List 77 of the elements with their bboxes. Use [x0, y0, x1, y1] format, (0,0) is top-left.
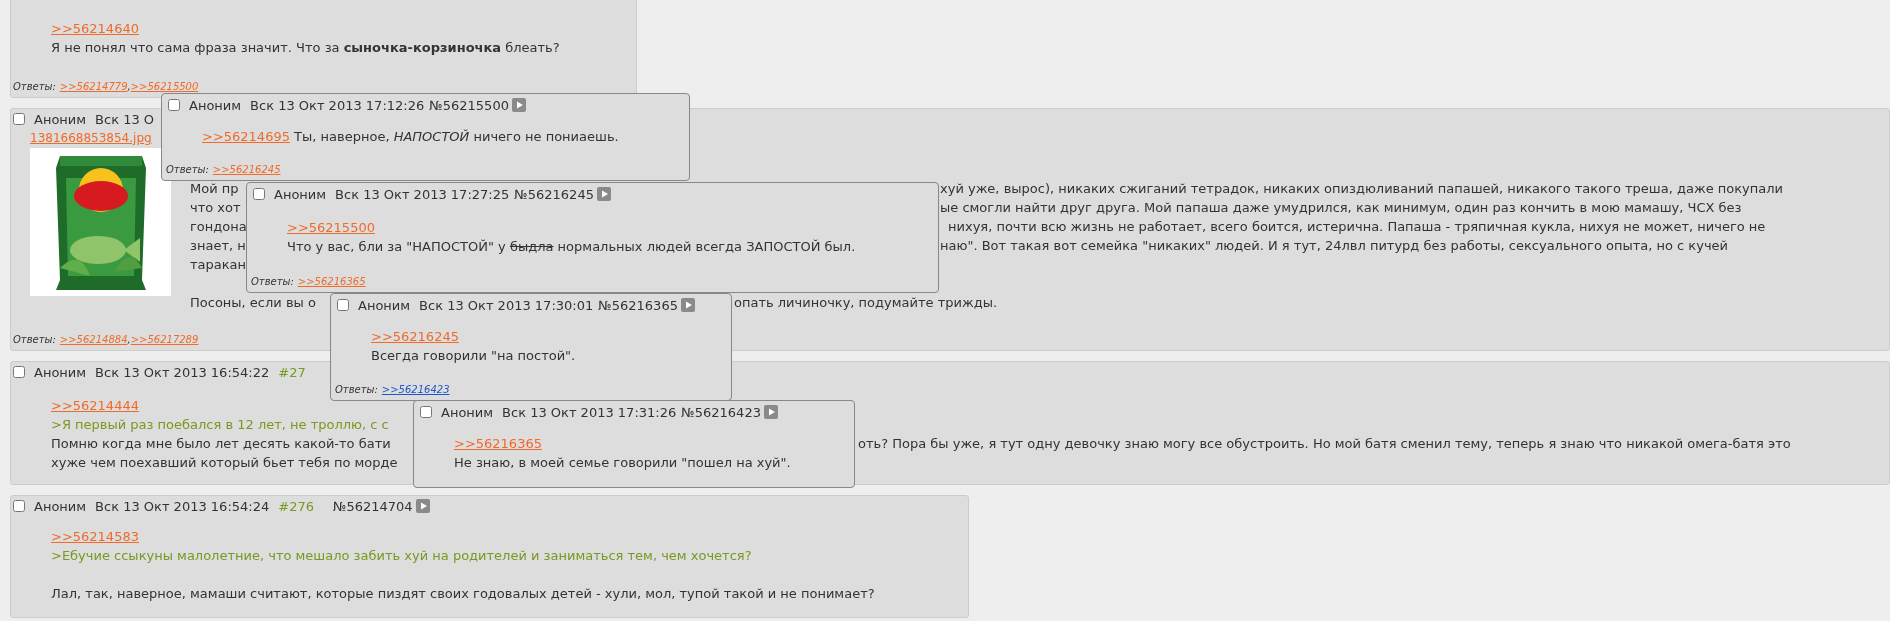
- post-text: гондона: [190, 218, 247, 236]
- post-text: Что у вас, бли за "НАПОСТОЙ" у быдла нормальных людей всегда ЗАПОСТОЙ был.: [287, 238, 856, 256]
- reply-link[interactable]: >>56214779: [59, 81, 128, 92]
- post-text: >>56214695 Ты, наверное, НАПОСТОЙ ничего не пониаешь.: [202, 128, 620, 146]
- post-checkbox[interactable]: [253, 188, 265, 200]
- post-text: Я не понял что сама фраза значит. Что за сыночка-корзиночка блеать?: [51, 39, 560, 57]
- reply-separator: ,: [127, 81, 131, 92]
- post-text: Всегда говорили "на постой".: [371, 347, 576, 365]
- post-text: наю". Вот такая вот семейка "никаких" людей. И я тут, 24лвл питурд без работы, сексуального опыта, но с кучей: [940, 237, 1729, 255]
- quote-link[interactable]: >>56216245: [371, 327, 459, 346]
- post-text: хуй уже, вырос), никаких сжиганий тетрадок, никаких опиздюливаний папашей, никакого такого треша, даже покупали: [940, 180, 1783, 198]
- quote-link[interactable]: >>56214695: [202, 129, 290, 144]
- reply-link[interactable]: >>56214884: [59, 334, 128, 345]
- quote-link[interactable]: >>56214444: [51, 396, 139, 415]
- post-id[interactable]: №56216423: [681, 404, 761, 420]
- post-checkbox[interactable]: [168, 99, 180, 111]
- post-checkbox[interactable]: [13, 113, 25, 125]
- post-date: Вск 13 Окт 2013 17:31:26: [502, 404, 677, 420]
- post-checkbox[interactable]: [420, 406, 432, 418]
- post-text: Не знаю, в моей семье говорили "пошел на хуй".: [454, 454, 791, 472]
- post-text: хуже чем поехавший который бьет тебя по морде: [51, 454, 398, 472]
- quote-text: >Ебучие ссыкуны малолетние, что мешало забить хуй на родителей и заниматься тем, чем хочется?: [51, 547, 752, 565]
- poster-name: Аноним: [274, 186, 327, 202]
- quote-link[interactable]: >>56214583: [51, 527, 139, 546]
- post-checkbox[interactable]: [13, 500, 25, 512]
- post-text: Помню когда мне было лет десять какой-то бати: [51, 435, 391, 453]
- play-icon[interactable]: [415, 499, 430, 513]
- reply-link[interactable]: >>56217289: [130, 334, 199, 345]
- post-text: знает, н: [190, 237, 246, 255]
- quote-link[interactable]: >>56215500: [287, 218, 375, 237]
- poster-name: Аноним: [189, 97, 242, 113]
- reply-link[interactable]: >>56216365: [297, 276, 366, 287]
- play-icon[interactable]: [680, 298, 695, 312]
- post-date: Вск 13 Окт 2013 16:54:22: [95, 364, 270, 380]
- post-checkbox[interactable]: [13, 366, 25, 378]
- poster-name: Аноним: [34, 498, 87, 514]
- file-link[interactable]: 1381668853854.jpg: [30, 129, 152, 147]
- poster-name: Аноним: [34, 111, 87, 127]
- replies-label: Ответы:: [251, 276, 294, 287]
- play-icon[interactable]: [596, 187, 611, 201]
- reply-link[interactable]: >>56215500: [130, 81, 199, 92]
- post-text: опать личиночку, подумайте трижды.: [734, 294, 998, 312]
- post-number[interactable]: #276: [278, 498, 314, 514]
- post-id[interactable]: №56214704: [332, 498, 413, 514]
- post-text: Посоны, если вы о: [190, 294, 316, 312]
- post-date: Вск 13 Окт 2013 16:54:24: [95, 498, 270, 514]
- post-text: оть? Пора бы уже, я тут одну девочку знаю могу все обустроить. Но мой батя сменил тему, теперь я знаю что никакой омега-батя это: [858, 435, 1791, 453]
- post-text: что хот: [190, 199, 241, 217]
- play-icon[interactable]: [763, 405, 778, 419]
- quote-link[interactable]: >>56216365: [454, 434, 542, 453]
- post-text: ые смогли найти друг друга. Мой папаша даже умудрился, как минимум, один раз кончить в мою мамашу, ЧСХ без: [940, 199, 1742, 217]
- post-date: Вск 13 Окт 2013 17:30:01: [419, 297, 594, 313]
- post-number[interactable]: #27: [278, 364, 306, 380]
- poster-name: Аноним: [34, 364, 87, 380]
- replies-label: Ответы:: [13, 81, 56, 92]
- poster-name: Аноним: [441, 404, 494, 420]
- post-id[interactable]: №56216365: [598, 297, 678, 313]
- replies-label: Ответы:: [13, 334, 56, 345]
- reply-link[interactable]: >>56216245: [212, 164, 281, 175]
- post-date: Вск 13 Окт 2013 17:12:26: [250, 97, 425, 113]
- post-date: Вск 13 Окт 2013 17:27:25: [335, 186, 510, 202]
- poster-name: Аноним: [358, 297, 411, 313]
- quote-text: >Я первый раз поебался в 12 лет, не троллю, с с: [51, 416, 389, 434]
- post-text: нихуя, почти всю жизнь не работает, всего боится, истерична. Папаша - тряпичная кукла, нихуя не может, ничего не: [948, 218, 1766, 236]
- play-icon[interactable]: [511, 98, 526, 112]
- replies-label: Ответы:: [166, 164, 209, 175]
- post-text: таракан: [190, 256, 247, 274]
- post-text: Лал, так, наверное, мамаши считают, которые пиздят своих годовалых детей - хули, мол, тупой такой и не понимает?: [51, 585, 875, 603]
- post-checkbox[interactable]: [337, 299, 349, 311]
- quote-link[interactable]: >>56214640: [51, 19, 139, 38]
- replies-label: Ответы:: [335, 384, 378, 395]
- reply-link[interactable]: >>56216423: [381, 384, 450, 395]
- reply-separator: ,: [127, 334, 131, 345]
- post-date: Вск 13 О: [95, 111, 155, 127]
- post-id[interactable]: №56215500: [429, 97, 509, 113]
- post-text: Мой пр: [190, 180, 239, 198]
- post-id[interactable]: №56216245: [514, 186, 594, 202]
